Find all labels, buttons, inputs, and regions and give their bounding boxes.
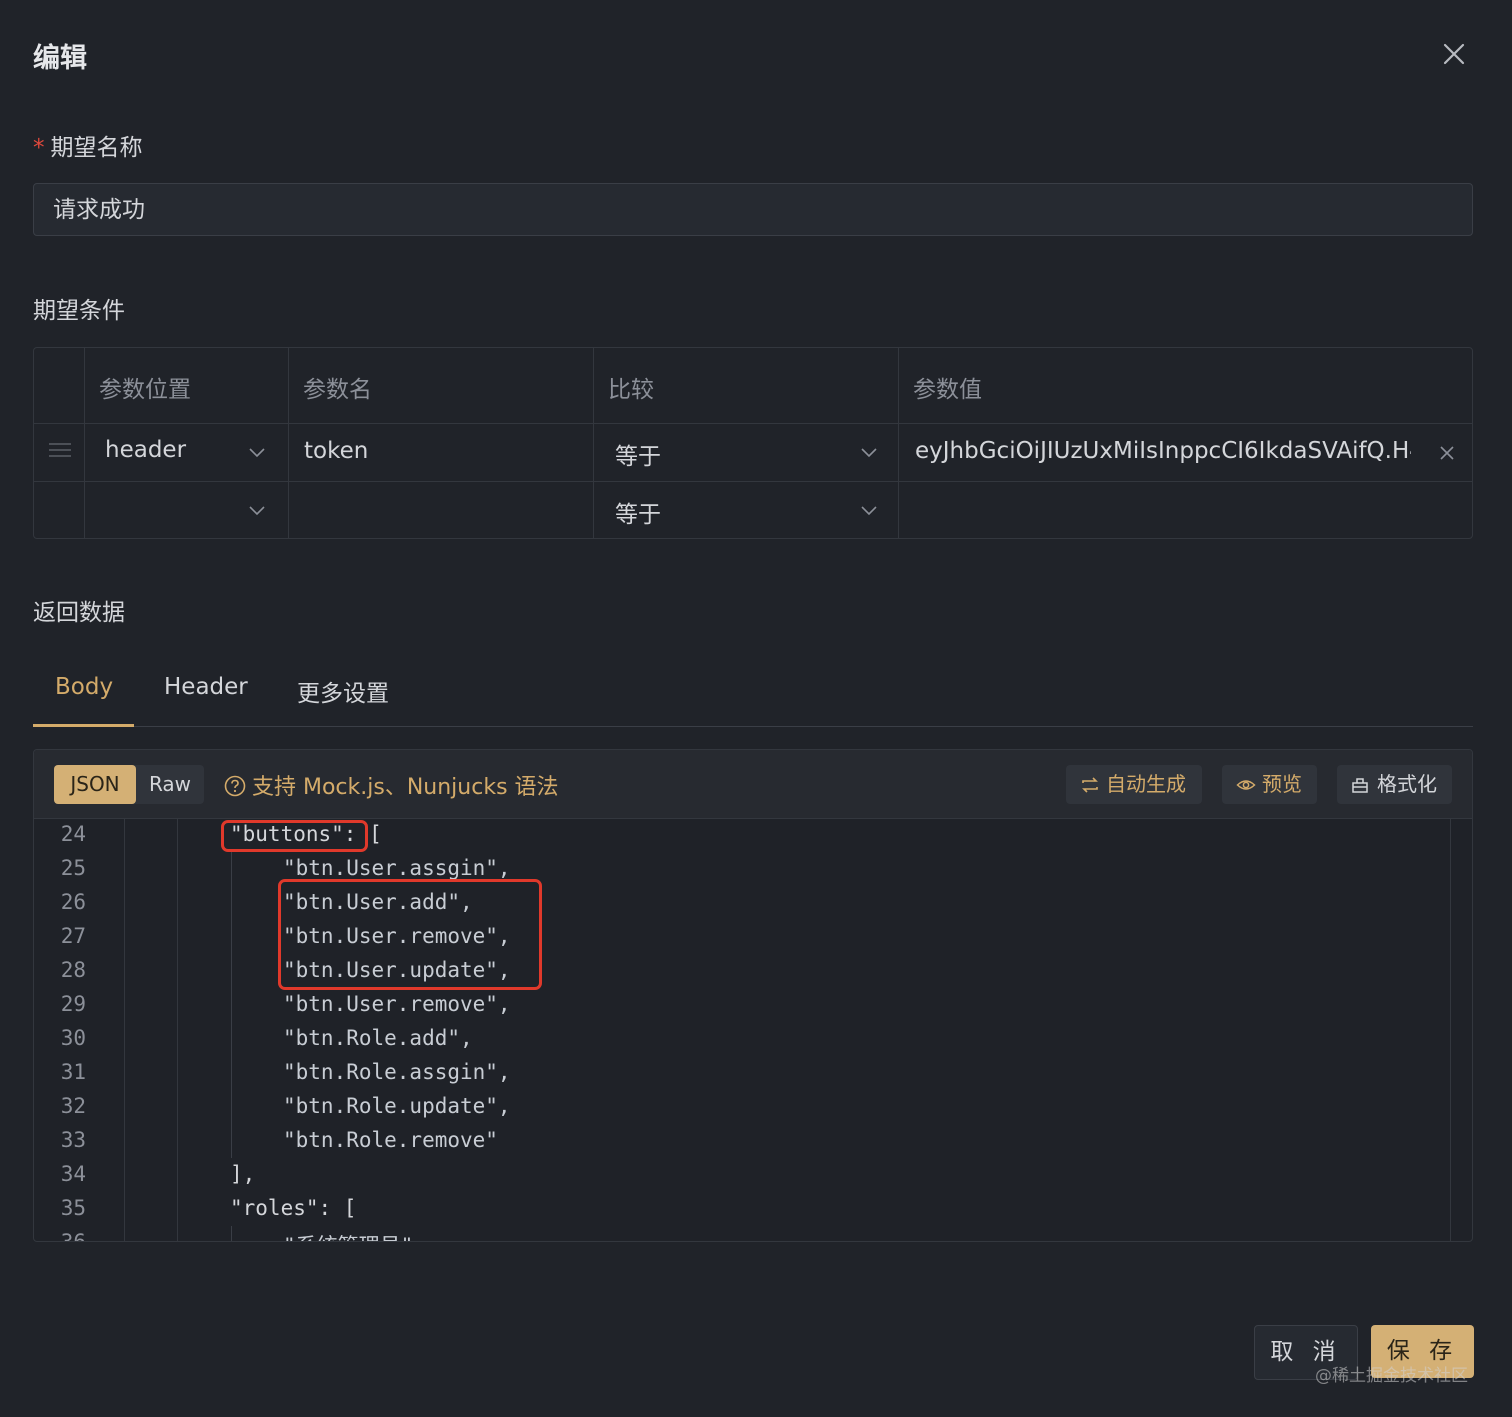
syntax-hint-text: 支持 Mock.js、Nunjucks 语法 [252,775,559,800]
line-number: 30 [60,1026,86,1050]
format-button[interactable]: 格式化 [1337,765,1452,804]
question-circle-icon [224,775,246,797]
line-number: 32 [60,1094,86,1118]
required-mark: * [33,135,45,161]
compare-select[interactable]: 等于 [594,424,898,481]
conditions-title: 期望条件 [33,298,125,324]
preview-button[interactable]: 预览 [1222,765,1317,804]
param-name-input[interactable]: token [304,438,368,464]
annotation-box [278,879,542,990]
auto-generate-label: 自动生成 [1106,772,1186,796]
param-name-input-empty[interactable] [304,496,584,526]
editor-toolbar: JSON Raw 支持 Mock.js、Nunjucks 语法 自动生成 预览 … [34,750,1472,819]
line-number: 26 [60,890,86,914]
code-line: "btn.Role.update", [283,1094,511,1118]
response-title: 返回数据 [33,600,125,626]
eye-icon [1236,780,1256,790]
line-number: 27 [60,924,86,948]
code-line: "btn.User.assgin", [283,856,511,880]
syntax-hint[interactable]: 支持 Mock.js、Nunjucks 语法 [224,769,559,801]
line-number: 31 [60,1060,86,1084]
chevron-down-icon [249,448,265,458]
chevron-down-icon [861,506,877,516]
watermark: @稀土掘金技术社区 [1315,1366,1468,1386]
column-header-value: 参数值 [913,377,982,403]
close-icon[interactable] [1438,38,1470,70]
code-editor[interactable]: JSON Raw 支持 Mock.js、Nunjucks 语法 自动生成 预览 … [33,749,1473,1242]
tab-header[interactable]: Header [164,674,248,700]
line-number: 28 [60,958,86,982]
line-number: 29 [60,992,86,1016]
code-line: ], [230,1162,256,1186]
param-value-input-empty[interactable] [915,496,1435,526]
chevron-down-icon [249,506,265,516]
code-line: "btn.User.remove", [283,992,511,1016]
editor-scrollbar[interactable] [1450,818,1451,1241]
mode-json-button[interactable]: JSON [54,765,136,804]
tabs-divider [33,726,1473,727]
compare-select[interactable]: 等于 [594,482,898,539]
preview-label: 预览 [1262,772,1302,796]
chevron-down-icon [861,448,877,458]
compare-select-value: 等于 [615,502,661,528]
code-line: "roles": [ [230,1196,357,1220]
line-number: 33 [60,1128,86,1152]
tab-more-settings[interactable]: 更多设置 [297,674,389,708]
code-line: "btn.Role.remove" [283,1128,498,1152]
clear-icon[interactable] [1438,444,1456,466]
code-line: "系统管理员" [283,1230,413,1241]
auto-generate-button[interactable]: 自动生成 [1066,765,1202,804]
code-line: "btn.Role.assgin", [283,1060,511,1084]
format-label: 格式化 [1377,772,1437,796]
format-brush-icon [1352,778,1368,793]
location-select-value: header [105,437,187,463]
mode-raw-button[interactable]: Raw [136,765,204,804]
line-number: 34 [60,1162,86,1186]
tab-body[interactable]: Body [55,674,113,700]
expectation-name-input[interactable]: 请求成功 [33,183,1473,236]
location-select[interactable]: header [85,424,288,481]
fold-gutter [124,818,178,1241]
line-number: 35 [60,1196,86,1220]
line-number: 36 [60,1230,86,1242]
line-number: 24 [60,822,86,846]
column-header-location: 参数位置 [99,377,191,403]
column-header-compare: 比较 [608,377,654,403]
active-tab-indicator [33,724,134,727]
annotation-box [221,820,368,852]
expectation-name-label-text: 期望名称 [50,135,143,161]
drag-handle-icon[interactable] [48,441,72,463]
compare-select-value: 等于 [615,444,661,470]
column-header-name: 参数名 [303,377,372,403]
mode-switch: JSON Raw [54,765,204,804]
location-select-empty[interactable] [85,482,288,539]
conditions-table: 参数位置 参数名 比较 参数值 header token 等于 eyJhbGci… [33,347,1473,539]
repeat-icon [1082,777,1098,793]
param-value-input[interactable]: eyJhbGciOiJIUzUxMiIsInppcCI6IkdaSVAifQ.H… [915,438,1411,464]
dialog-title: 编辑 [33,43,87,74]
expectation-name-label: * 期望名称 [33,128,143,162]
line-number: 25 [60,856,86,880]
code-line: "btn.Role.add", [283,1026,473,1050]
